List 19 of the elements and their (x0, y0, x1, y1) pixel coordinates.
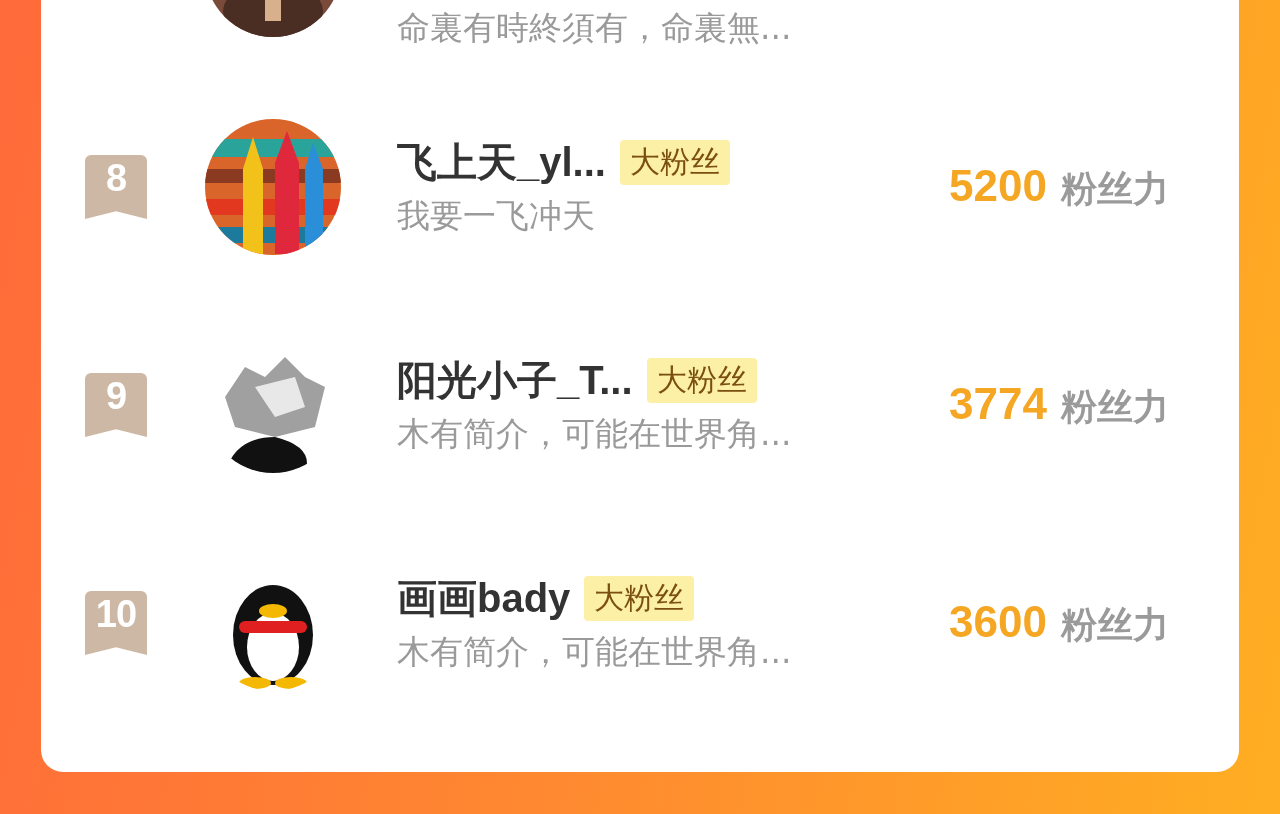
fan-level-tag: 大粉丝 (619, 140, 730, 185)
rank-badge: 10 (85, 591, 147, 655)
score-unit: 粉丝力 (1061, 166, 1169, 211)
score-unit: 粉丝力 (1061, 384, 1169, 429)
rank-badge: 9 (85, 373, 147, 437)
fan-score: 5200 (949, 160, 1047, 211)
rank-badge: 8 (85, 155, 147, 219)
fan-description: 木有简介，可能在世界角... (397, 631, 793, 673)
fan-description: 木有简介，可能在世界角... (397, 413, 793, 455)
fan-score: 3774 (949, 378, 1047, 429)
fan-name[interactable]: 阳光小子_T... (397, 353, 633, 408)
fan-name[interactable]: 飞上天_yl... (397, 135, 606, 190)
fan-description: 命裏有時終須有，命裏無... (397, 6, 793, 49)
fan-score: 3600 (949, 596, 1047, 647)
score-unit: 粉丝力 (1061, 602, 1169, 647)
fan-level-tag: 大粉丝 (584, 576, 695, 621)
fan-description: 我要一飞冲天 (397, 195, 596, 237)
fan-level-tag: 大粉丝 (646, 358, 757, 403)
fan-name[interactable]: 画画bady (397, 571, 571, 626)
